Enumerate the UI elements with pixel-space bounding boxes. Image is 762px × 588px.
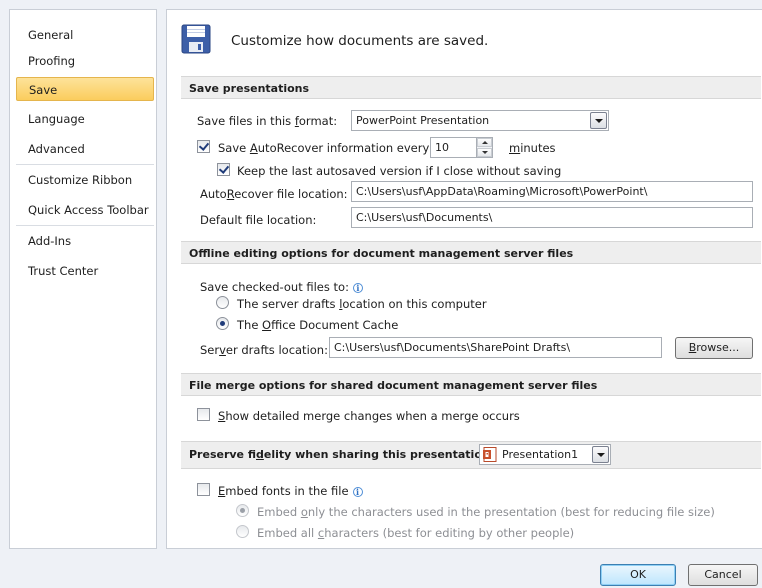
section-header-file-merge: File merge options for shared document m… bbox=[181, 373, 761, 396]
section-header-save-presentations: Save presentations bbox=[181, 76, 761, 99]
keep-last-autosaved-label: Keep the last autosaved version if I clo… bbox=[237, 164, 562, 178]
browse-button[interactable]: Browse... bbox=[675, 337, 753, 359]
presentation-dropdown[interactable]: Presentation1 bbox=[479, 444, 611, 465]
sidebar-item-quick-access-toolbar[interactable]: Quick Access Toolbar bbox=[16, 198, 154, 222]
chevron-down-icon[interactable] bbox=[590, 112, 607, 129]
checked-out-label: Save checked-out files to: bbox=[200, 280, 363, 294]
show-merge-changes-label: Show detailed merge changes when a merge… bbox=[218, 409, 520, 423]
sidebar-item-label: Advanced bbox=[28, 142, 85, 156]
spin-up-icon[interactable] bbox=[477, 138, 492, 147]
page-title: Customize how documents are saved. bbox=[231, 33, 489, 49]
sidebar-item-language[interactable]: Language bbox=[16, 107, 154, 131]
powerpoint-file-icon bbox=[483, 447, 497, 462]
default-location-input[interactable]: C:\Users\usf\Documents\ bbox=[351, 207, 753, 228]
autorecover-checkbox[interactable] bbox=[197, 140, 210, 153]
autorecover-minutes-spinner[interactable] bbox=[476, 137, 493, 158]
minutes-label: minutes bbox=[509, 141, 556, 155]
radio-embed-all[interactable] bbox=[236, 525, 249, 538]
sidebar-item-save[interactable]: Save bbox=[16, 77, 154, 101]
server-drafts-location-input[interactable]: C:\Users\usf\Documents\SharePoint Drafts… bbox=[329, 337, 662, 358]
save-format-value: PowerPoint Presentation bbox=[356, 114, 490, 127]
sidebar-item-add-ins[interactable]: Add-Ins bbox=[16, 229, 154, 253]
embed-fonts-label: Embed fonts in the file bbox=[218, 484, 363, 498]
floppy-disk-icon bbox=[181, 24, 211, 54]
info-icon[interactable] bbox=[352, 487, 363, 497]
radio-embed-only-used-label: Embed only the characters used in the pr… bbox=[257, 505, 715, 519]
save-options-panel: Customize how documents are saved. Save … bbox=[166, 9, 762, 549]
sidebar-item-label: Quick Access Toolbar bbox=[28, 203, 149, 217]
sidebar-item-proofing[interactable]: Proofing bbox=[16, 49, 154, 73]
radio-office-document-cache-label: The Office Document Cache bbox=[237, 318, 399, 332]
save-format-label: Save files in this format: bbox=[197, 114, 338, 128]
save-format-dropdown[interactable]: PowerPoint Presentation bbox=[351, 110, 609, 131]
category-sidebar: General Proofing Save Language Advanced … bbox=[9, 9, 157, 549]
radio-embed-only-used[interactable] bbox=[236, 504, 249, 517]
sidebar-item-label: Trust Center bbox=[28, 264, 99, 278]
radio-office-document-cache[interactable] bbox=[216, 317, 229, 330]
sidebar-item-label: Language bbox=[28, 112, 85, 126]
default-location-label: Default file location: bbox=[200, 213, 317, 227]
show-merge-changes-checkbox[interactable] bbox=[197, 408, 210, 421]
sidebar-item-trust-center[interactable]: Trust Center bbox=[16, 259, 154, 283]
presentation-value: Presentation1 bbox=[502, 448, 579, 461]
autorecover-location-input[interactable]: C:\Users\usf\AppData\Roaming\Microsoft\P… bbox=[351, 181, 753, 202]
embed-fonts-checkbox[interactable] bbox=[197, 483, 210, 496]
radio-embed-all-label: Embed all characters (best for editing b… bbox=[257, 526, 575, 540]
spin-down-icon[interactable] bbox=[477, 148, 492, 157]
sidebar-item-label: Customize Ribbon bbox=[28, 173, 133, 187]
sidebar-item-customize-ribbon[interactable]: Customize Ribbon bbox=[16, 168, 154, 192]
info-icon[interactable] bbox=[352, 283, 363, 293]
autorecover-label: Save AutoRecover information every bbox=[218, 141, 430, 155]
sidebar-item-label: Save bbox=[29, 83, 58, 97]
keep-last-autosaved-checkbox[interactable] bbox=[217, 163, 230, 176]
chevron-down-icon[interactable] bbox=[592, 446, 609, 463]
autorecover-location-label: AutoRecover file location: bbox=[200, 187, 348, 201]
section-header-preserve-fidelity: Preserve fidelity when sharing this pres… bbox=[181, 441, 761, 469]
sidebar-item-label: Proofing bbox=[28, 54, 76, 68]
sidebar-divider bbox=[16, 225, 154, 226]
radio-server-drafts-label: The server drafts location on this compu… bbox=[237, 297, 487, 311]
cancel-button[interactable]: Cancel bbox=[688, 564, 758, 586]
section-header-offline-editing: Offline editing options for document man… bbox=[181, 241, 761, 264]
radio-server-drafts[interactable] bbox=[216, 296, 229, 309]
ok-button[interactable]: OK bbox=[600, 564, 676, 586]
server-drafts-location-label: Server drafts location: bbox=[200, 343, 328, 357]
sidebar-item-label: Add-Ins bbox=[28, 234, 72, 248]
sidebar-item-general[interactable]: General bbox=[16, 23, 154, 47]
autorecover-minutes-input[interactable]: 10 bbox=[430, 137, 477, 158]
sidebar-divider bbox=[16, 164, 154, 165]
sidebar-item-label: General bbox=[28, 28, 74, 42]
sidebar-item-advanced[interactable]: Advanced bbox=[16, 137, 154, 161]
